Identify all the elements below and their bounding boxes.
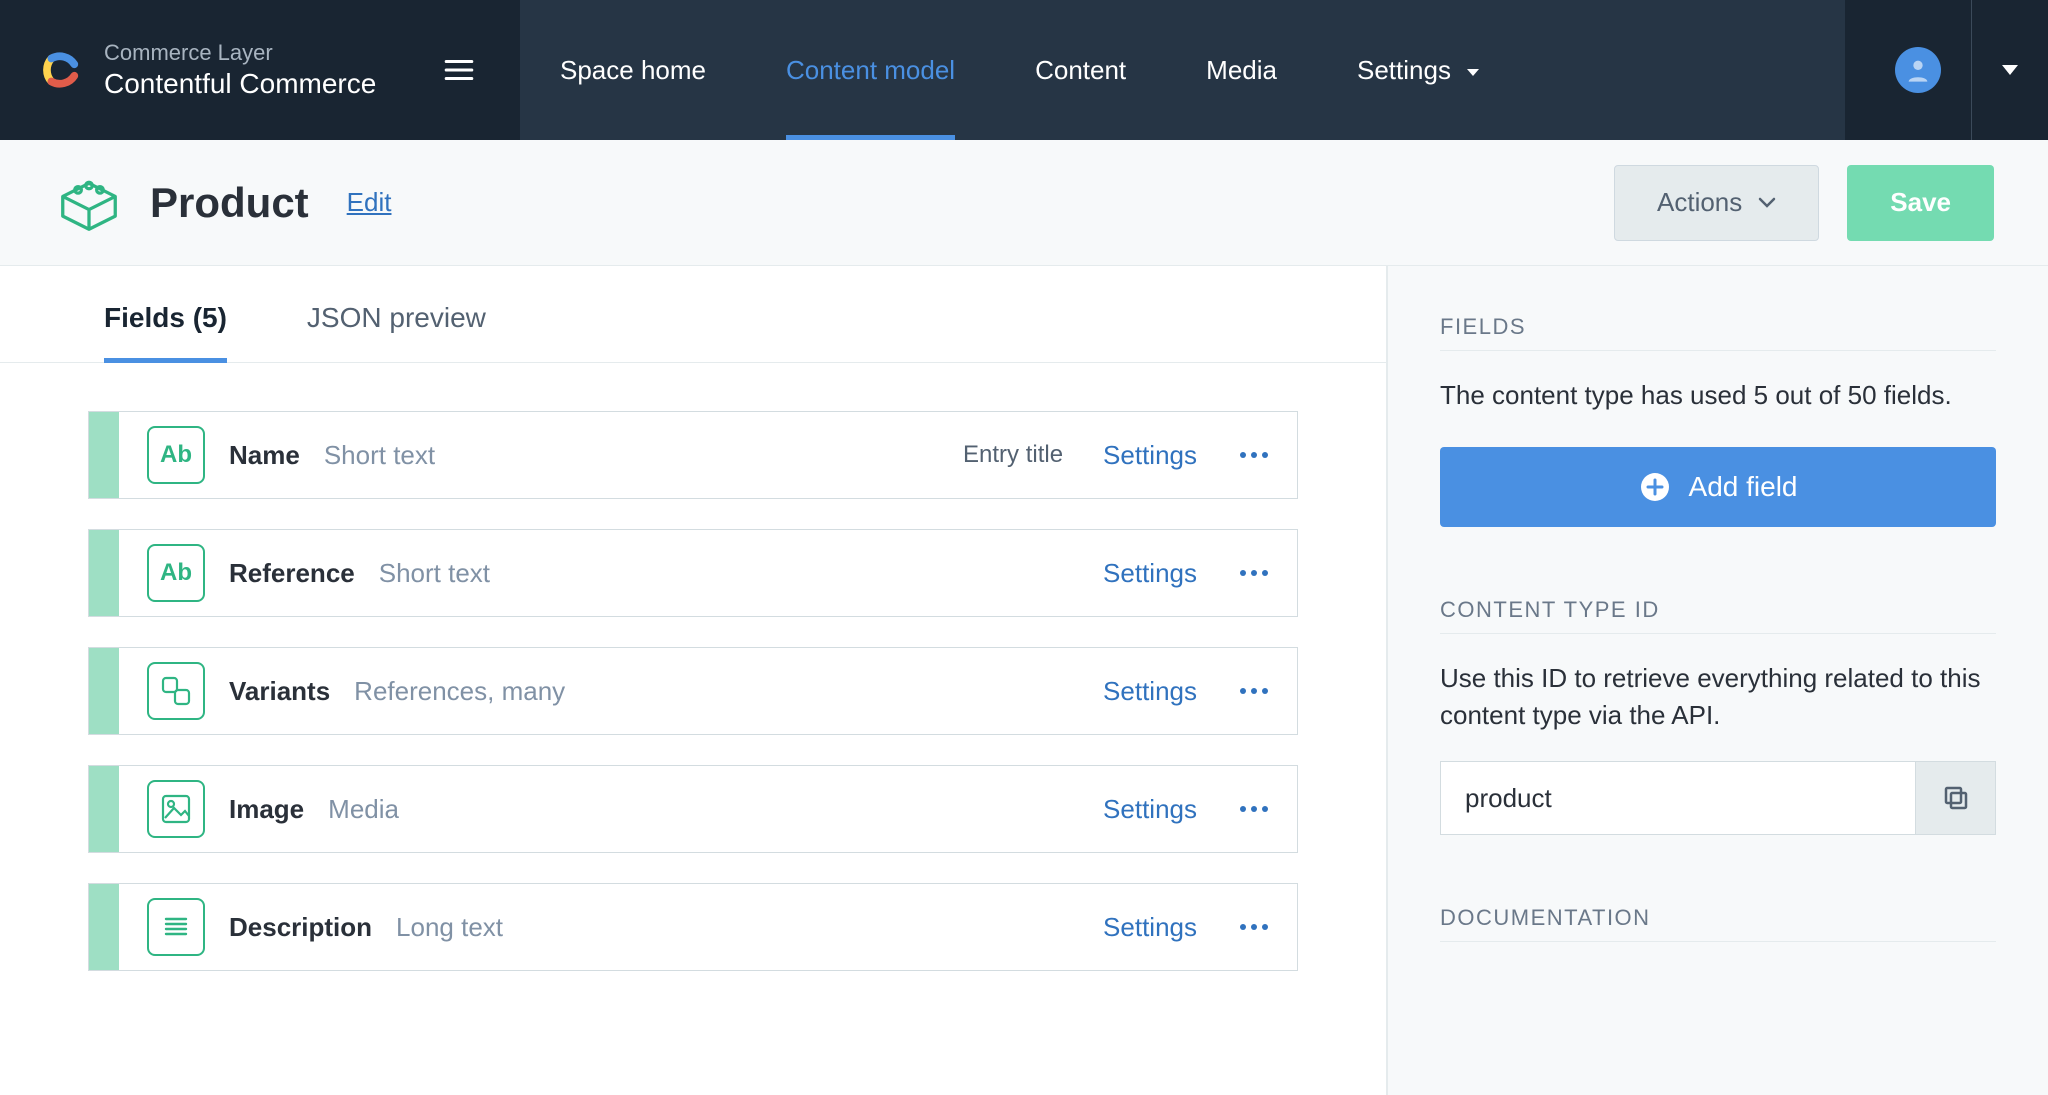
org-name: Commerce Layer <box>104 39 376 67</box>
content-type-header: Product Edit Actions Save <box>0 140 2048 266</box>
ctid-section-label: CONTENT TYPE ID <box>1440 597 1996 634</box>
nav-label: Space home <box>560 55 706 86</box>
field-more-icon[interactable] <box>1231 569 1277 577</box>
content-type-icon <box>54 168 124 238</box>
nav-right <box>1845 0 2048 140</box>
field-name: Reference <box>229 558 355 589</box>
actions-button[interactable]: Actions <box>1614 165 1819 241</box>
field-more-icon[interactable] <box>1231 687 1277 695</box>
actions-label: Actions <box>1657 187 1742 218</box>
entry-title-tag: Entry title <box>963 441 1063 469</box>
add-field-button[interactable]: Add field <box>1440 447 1996 527</box>
user-avatar[interactable] <box>1895 47 1941 93</box>
field-settings-link[interactable]: Settings <box>1103 912 1197 943</box>
space-menu-icon[interactable] <box>434 53 484 87</box>
edit-link[interactable]: Edit <box>347 187 392 218</box>
nav-settings[interactable]: Settings <box>1317 0 1521 140</box>
copy-icon <box>1941 783 1971 813</box>
fields-list: Ab Name Short text Entry title Settings … <box>0 363 1386 1019</box>
copy-id-button[interactable] <box>1916 761 1996 835</box>
field-type: Media <box>328 794 399 825</box>
drag-handle[interactable] <box>89 530 119 616</box>
primary-nav: Space home Content model Content Media S… <box>520 0 1845 140</box>
field-row: Image Media Settings <box>88 765 1298 853</box>
field-settings-link[interactable]: Settings <box>1103 676 1197 707</box>
fields-usage-text: The content type has used 5 out of 50 fi… <box>1440 377 1996 415</box>
right-sidebar: FIELDS The content type has used 5 out o… <box>1388 266 2048 1095</box>
nav-media[interactable]: Media <box>1166 0 1317 140</box>
field-more-icon[interactable] <box>1231 923 1277 931</box>
tabs: Fields (5) JSON preview <box>0 266 1386 363</box>
drag-handle[interactable] <box>89 412 119 498</box>
main-area: Fields (5) JSON preview Ab Name Short te… <box>0 266 2048 1095</box>
tab-json-preview[interactable]: JSON preview <box>307 302 486 362</box>
field-row: Description Long text Settings <box>88 883 1298 971</box>
field-row: Ab Name Short text Entry title Settings <box>88 411 1298 499</box>
content-type-id-box <box>1440 761 1996 835</box>
field-name: Name <box>229 440 300 471</box>
field-type: Short text <box>379 558 490 589</box>
media-icon <box>147 780 205 838</box>
fields-section-label: FIELDS <box>1440 314 1996 351</box>
left-column: Fields (5) JSON preview Ab Name Short te… <box>0 266 1388 1095</box>
space-name: Contentful Commerce <box>104 66 376 101</box>
chevron-down-icon <box>1758 197 1776 209</box>
chevron-down-icon <box>1465 55 1481 86</box>
brand-logo-icon <box>36 47 82 93</box>
nav-content-model[interactable]: Content model <box>746 0 995 140</box>
field-type: References, many <box>354 676 565 707</box>
content-type-title: Product <box>150 179 309 227</box>
field-row: Ab Reference Short text Settings <box>88 529 1298 617</box>
field-name: Variants <box>229 676 330 707</box>
field-more-icon[interactable] <box>1231 805 1277 813</box>
field-settings-link[interactable]: Settings <box>1103 440 1197 471</box>
field-settings-link[interactable]: Settings <box>1103 558 1197 589</box>
ctid-description: Use this ID to retrieve everything relat… <box>1440 660 1996 735</box>
field-type: Long text <box>396 912 503 943</box>
nav-label: Media <box>1206 55 1277 86</box>
nav-label: Settings <box>1357 55 1451 86</box>
brand-block: Commerce Layer Contentful Commerce <box>0 0 520 140</box>
field-type: Short text <box>324 440 435 471</box>
reference-icon <box>147 662 205 720</box>
field-name: Description <box>229 912 372 943</box>
long-text-icon <box>147 898 205 956</box>
short-text-icon: Ab <box>147 544 205 602</box>
nav-space-home[interactable]: Space home <box>520 0 746 140</box>
content-type-id-input[interactable] <box>1440 761 1916 835</box>
nav-content[interactable]: Content <box>995 0 1166 140</box>
drag-handle[interactable] <box>89 884 119 970</box>
field-row: Variants References, many Settings <box>88 647 1298 735</box>
drag-handle[interactable] <box>89 766 119 852</box>
tab-fields[interactable]: Fields (5) <box>104 302 227 362</box>
nav-label: Content <box>1035 55 1126 86</box>
account-menu-caret-icon[interactable] <box>2002 65 2018 75</box>
short-text-icon: Ab <box>147 426 205 484</box>
plus-circle-icon <box>1639 471 1671 503</box>
top-navigation: Commerce Layer Contentful Commerce Space… <box>0 0 2048 140</box>
divider <box>1971 0 1972 140</box>
documentation-section-label: DOCUMENTATION <box>1440 905 1996 942</box>
field-settings-link[interactable]: Settings <box>1103 794 1197 825</box>
nav-label: Content model <box>786 55 955 86</box>
field-more-icon[interactable] <box>1231 451 1277 459</box>
field-name: Image <box>229 794 304 825</box>
save-button[interactable]: Save <box>1847 165 1994 241</box>
add-field-label: Add field <box>1689 471 1798 503</box>
drag-handle[interactable] <box>89 648 119 734</box>
